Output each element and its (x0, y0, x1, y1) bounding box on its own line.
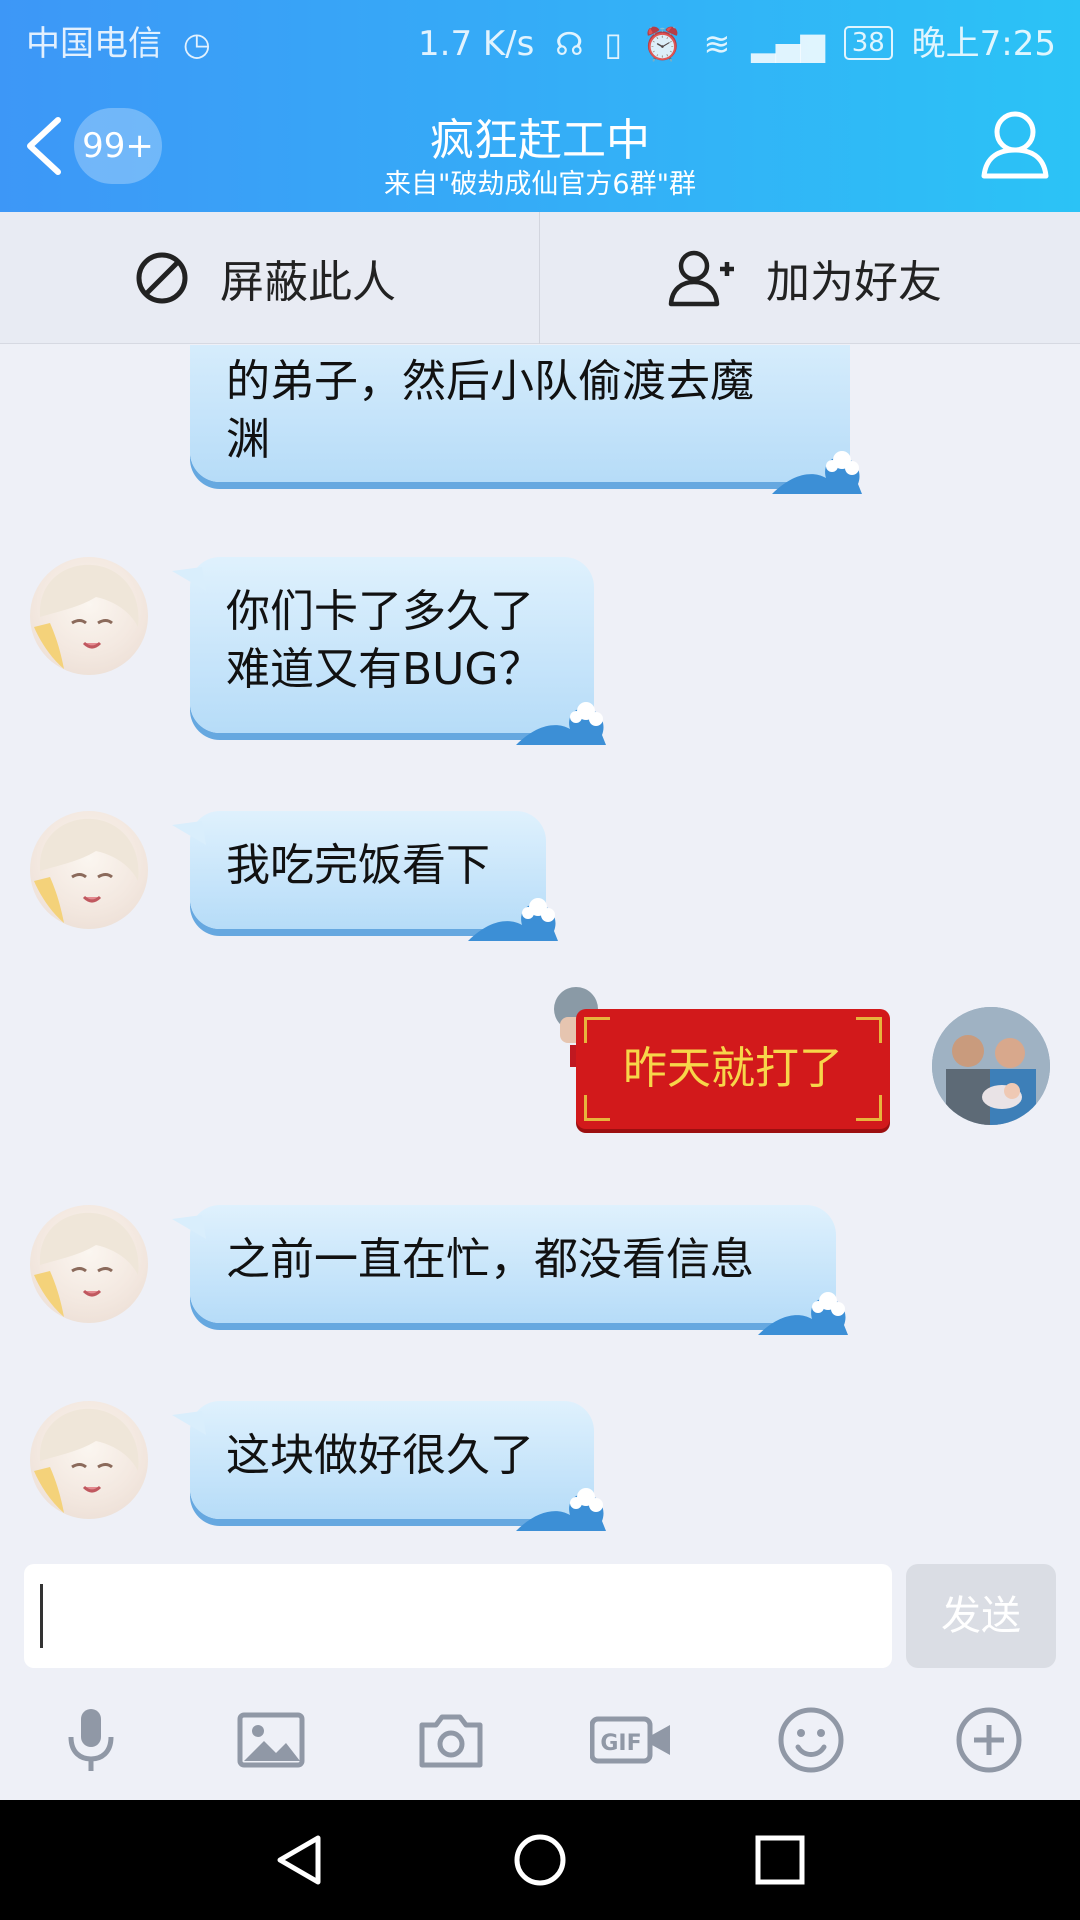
nav-recents-icon[interactable] (752, 1832, 808, 1888)
microphone-icon[interactable] (56, 1705, 126, 1775)
avatar[interactable] (30, 1401, 148, 1519)
stranger-action-bar: 屏蔽此人 加为好友 (0, 212, 1080, 344)
add-friend-icon (668, 250, 734, 307)
chat-message-list[interactable]: 的弟子，然后小队偷渡去魔 渊 你们卡了多久了 难道又有BUG？ 我吃完饭看下 昨… (0, 345, 1080, 1562)
message-bubble[interactable]: 之前一直在忙，都没看信息 (172, 1205, 848, 1335)
bubble-tail (172, 821, 206, 845)
wave-decoration-icon (772, 451, 862, 494)
frame-corner (856, 1017, 882, 1043)
message-text-line: 难道又有BUG？ (226, 644, 543, 695)
system-nav-bar (0, 1800, 1080, 1920)
message-text-line: 昨天就打了 (623, 1043, 843, 1094)
vibrate-icon: ▯ (604, 25, 622, 63)
wave-decoration-icon (468, 898, 558, 941)
nav-back-icon[interactable] (272, 1832, 328, 1888)
my-avatar[interactable] (932, 1007, 1050, 1125)
avatar[interactable] (30, 557, 148, 675)
frame-corner (584, 1095, 610, 1121)
network-speed: 1.7 K/s (418, 24, 535, 64)
avatar[interactable] (30, 811, 148, 929)
message-bubble[interactable]: 我吃完饭看下 (172, 811, 558, 941)
alarm-icon: ⏰ (642, 25, 683, 63)
message-text-line: 我吃完饭看下 (226, 840, 490, 891)
anime-avatar-icon (34, 1212, 139, 1317)
message-text-line: 你们卡了多久了 (226, 586, 534, 637)
battery-indicator: 38 (843, 26, 893, 60)
headphones-icon: ☊ (555, 25, 584, 63)
block-icon (136, 252, 188, 304)
plus-icon[interactable] (954, 1705, 1024, 1775)
wave-decoration-icon (758, 1292, 848, 1335)
chat-subtitle: 来自"破劫成仙官方6群"群 (383, 169, 696, 200)
anime-avatar-icon (34, 1408, 139, 1513)
frame-corner (856, 1095, 882, 1121)
camera-icon[interactable] (416, 1705, 486, 1775)
message-text-line: 这块做好很久了 (226, 1430, 534, 1481)
message-bubble[interactable]: 你们卡了多久了 难道又有BUG？ (172, 557, 606, 745)
message-bubble-self[interactable]: 昨天就打了 (576, 1009, 890, 1129)
anime-avatar-icon (34, 564, 139, 669)
svg-text:GIF: GIF (600, 1731, 641, 1756)
send-button[interactable]: 发送 (906, 1564, 1056, 1668)
timer-icon: ◷ (182, 25, 211, 63)
message-text-line: 渊 (226, 414, 270, 465)
chat-title: 疯狂赶工中 (430, 115, 650, 166)
action-divider (539, 212, 540, 344)
anime-avatar-icon (34, 818, 139, 923)
bubble-tail (172, 1411, 206, 1435)
nav-home-icon[interactable] (512, 1832, 568, 1888)
profile-icon[interactable] (980, 108, 1050, 180)
input-toolbar: GIF (0, 1677, 1080, 1800)
avatar[interactable] (30, 1205, 148, 1323)
add-friend-button[interactable]: 加为好友 (668, 212, 942, 344)
frame-corner (584, 1017, 610, 1043)
message-bubble[interactable]: 的弟子，然后小队偷渡去魔 渊 (190, 345, 862, 494)
bubble-tail (172, 1215, 206, 1239)
add-friend-label: 加为好友 (766, 257, 942, 308)
emoji-icon[interactable] (776, 1705, 846, 1775)
wave-decoration-icon (516, 1488, 606, 1531)
wave-decoration-icon (516, 702, 606, 745)
message-text-line: 之前一直在忙，都没看信息 (226, 1234, 754, 1285)
status-bar: 中国电信 ◷ 1.7 K/s ☊ ▯ ⏰ ≋ ▂▄▆ 38 晚上7:25 (0, 0, 1080, 76)
clock: 晚上7:25 (911, 24, 1056, 64)
text-cursor (40, 1584, 43, 1648)
message-bubble[interactable]: 这块做好很久了 (172, 1401, 606, 1531)
header: 中国电信 ◷ 1.7 K/s ☊ ▯ ⏰ ≋ ▂▄▆ 38 晚上7:25 99+… (0, 0, 1080, 212)
message-input[interactable] (24, 1564, 892, 1668)
family-photo-avatar-icon (932, 1007, 1050, 1125)
bubble-tail (172, 567, 206, 591)
block-user-button[interactable]: 屏蔽此人 (134, 212, 396, 344)
block-user-label: 屏蔽此人 (220, 257, 396, 308)
carrier-label: 中国电信 (26, 24, 162, 64)
wifi-icon: ≋ (703, 25, 731, 63)
image-icon[interactable] (236, 1705, 306, 1775)
signal-icon: ▂▄▆ (751, 25, 825, 63)
gif-icon[interactable]: GIF (590, 1705, 672, 1775)
message-text-line: 的弟子，然后小队偷渡去魔 (226, 356, 754, 407)
message-input-row: 发送 (0, 1562, 1080, 1677)
